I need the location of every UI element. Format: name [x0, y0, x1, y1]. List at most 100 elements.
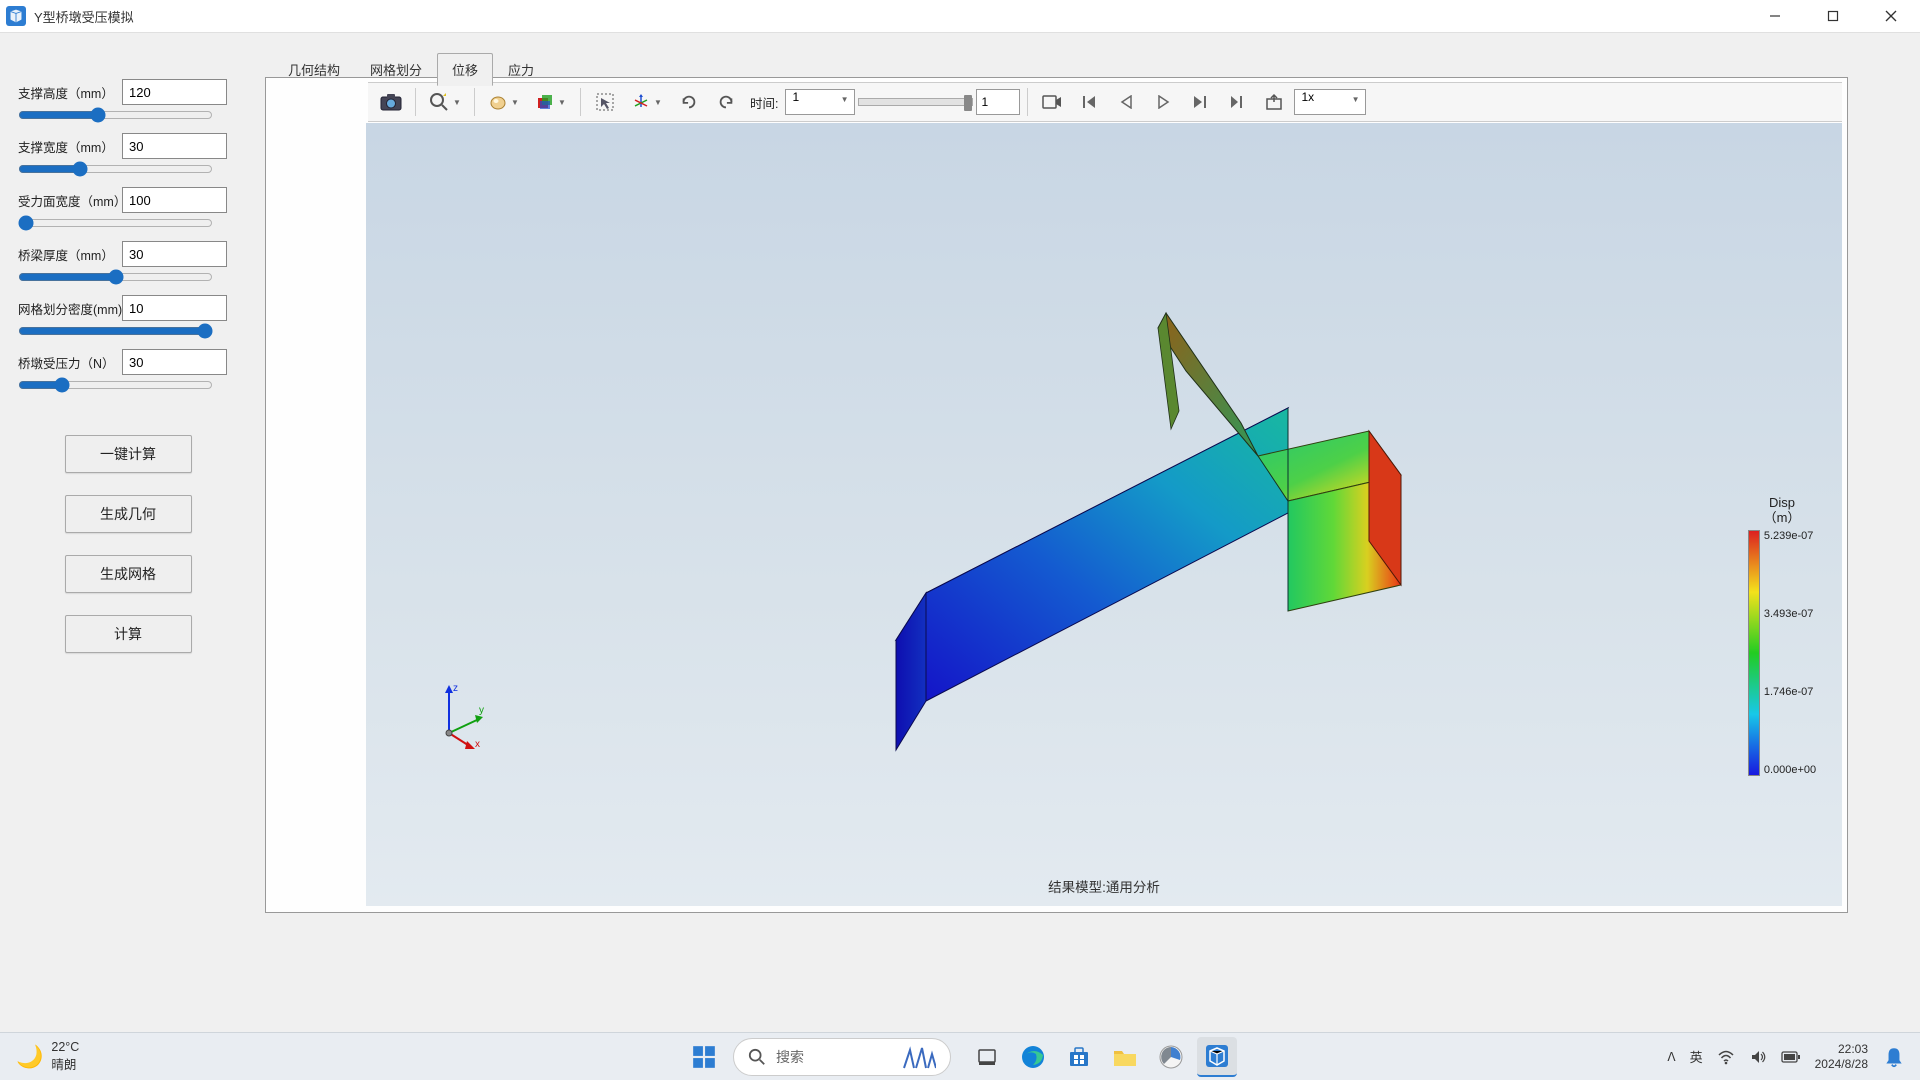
param-beam-thickness: 桥梁厚度（mm） — [18, 241, 238, 287]
taskbar-clock[interactable]: 22:03 2024/8/28 — [1815, 1042, 1868, 1071]
speed-select[interactable]: 1x▼ — [1294, 89, 1366, 115]
title-bar: Y型桥墩受压模拟 — [0, 0, 1920, 33]
prev-frame-button[interactable] — [1109, 85, 1143, 119]
param-support-height: 支撑高度（mm） — [18, 79, 238, 125]
go-to-view-button[interactable]: ▼ — [625, 85, 669, 119]
first-frame-button[interactable] — [1072, 85, 1106, 119]
taskbar-weather[interactable]: 🌙 22°C 晴朗 — [16, 1040, 79, 1073]
generate-geometry-button[interactable]: 生成几何 — [65, 495, 192, 533]
taskbar-search[interactable]: 搜索 — [733, 1038, 951, 1076]
search-placeholder: 搜索 — [776, 1047, 804, 1067]
export-animation-button[interactable] — [1257, 85, 1291, 119]
play-button[interactable] — [1146, 85, 1180, 119]
next-frame-button[interactable] — [1183, 85, 1217, 119]
param-slider-force-face-width[interactable] — [18, 215, 213, 231]
legend-colorbar — [1748, 530, 1760, 776]
time-slider[interactable] — [858, 98, 973, 106]
param-mesh-density: 网格划分密度(mm) — [18, 295, 238, 341]
viewport-caption: 结果模型:通用分析 — [366, 876, 1842, 896]
search-icon — [748, 1048, 766, 1066]
transparency-button[interactable]: ▼ — [529, 85, 573, 119]
notification-icon[interactable] — [1882, 1045, 1906, 1069]
clock-time: 22:03 — [1815, 1042, 1868, 1056]
wifi-icon[interactable] — [1717, 1048, 1735, 1066]
ime-indicator[interactable]: 英 — [1690, 1047, 1703, 1066]
maximize-button[interactable] — [1804, 0, 1862, 33]
weather-temp: 22°C — [51, 1040, 79, 1054]
param-label: 支撑高度（mm） — [18, 83, 118, 102]
param-label: 桥墩受压力（N） — [18, 353, 118, 372]
file-explorer-icon[interactable] — [1105, 1037, 1145, 1077]
param-input-support-width[interactable] — [122, 133, 227, 159]
tab-displacement[interactable]: 位移 — [437, 53, 493, 86]
record-button[interactable] — [1035, 85, 1069, 119]
clock-date: 2024/8/28 — [1815, 1057, 1868, 1071]
graphics-toolbar: ▼ ▼ ▼ ▼ 时间: 1▼ 1x▼ — [368, 82, 1842, 122]
volume-icon[interactable] — [1749, 1048, 1767, 1066]
close-button[interactable] — [1862, 0, 1920, 33]
legend-tick: 1.746e-07 — [1764, 686, 1816, 698]
windows-taskbar: 🌙 22°C 晴朗 搜索 ᐱ 英 22:03 202 — [0, 1032, 1920, 1080]
param-label: 受力面宽度（mm） — [18, 191, 118, 210]
rotate-cw-button[interactable] — [672, 85, 706, 119]
param-slider-mesh-density[interactable] — [18, 323, 213, 339]
moon-icon: 🌙 — [16, 1044, 43, 1070]
compute-button[interactable]: 计算 — [65, 615, 192, 653]
param-slider-support-height[interactable] — [18, 107, 213, 123]
parameter-panel: 支撑高度（mm） 支撑宽度（mm） 受力面宽度（mm） 桥梁厚度（mm） — [18, 79, 238, 653]
param-pier-pressure: 桥墩受压力（N） — [18, 349, 238, 395]
param-input-mesh-density[interactable] — [122, 295, 227, 321]
time-select[interactable]: 1▼ — [785, 89, 855, 115]
color-legend: Disp （m） 5.239e-07 3.493e-07 1.746e-07 0… — [1742, 495, 1822, 776]
param-slider-pier-pressure[interactable] — [18, 377, 213, 393]
param-input-force-face-width[interactable] — [122, 187, 227, 213]
legend-tick: 0.000e+00 — [1764, 764, 1816, 776]
weather-cond: 晴朗 — [51, 1054, 79, 1073]
rotate-ccw-button[interactable] — [709, 85, 743, 119]
viewport-frame: ▼ ▼ ▼ ▼ 时间: 1▼ 1x▼ — [265, 77, 1848, 913]
time-label: 时间: — [750, 93, 778, 112]
minimize-button[interactable] — [1746, 0, 1804, 33]
battery-icon[interactable] — [1781, 1050, 1801, 1064]
param-slider-beam-thickness[interactable] — [18, 269, 213, 285]
param-input-beam-thickness[interactable] — [122, 241, 227, 267]
param-support-width: 支撑宽度（mm） — [18, 133, 238, 179]
legend-tick: 5.239e-07 — [1764, 530, 1816, 542]
one-click-compute-button[interactable]: 一键计算 — [65, 435, 192, 473]
generate-mesh-button[interactable]: 生成网格 — [65, 555, 192, 593]
system-tray: ᐱ 英 22:03 2024/8/28 — [1667, 1042, 1920, 1071]
param-slider-support-width[interactable] — [18, 161, 213, 177]
edge-browser-icon[interactable] — [1013, 1037, 1053, 1077]
svg-text:z: z — [453, 683, 458, 694]
select-mode-button[interactable] — [588, 85, 622, 119]
scene-light-button[interactable]: ▼ — [482, 85, 526, 119]
axis-triad-icon: z y x — [431, 681, 491, 751]
svg-text:y: y — [479, 705, 484, 716]
microsoft-store-icon[interactable] — [1059, 1037, 1099, 1077]
current-app-icon[interactable] — [1197, 1037, 1237, 1077]
legend-title-1: Disp — [1764, 495, 1801, 511]
search-art-icon — [902, 1044, 936, 1070]
window-title: Y型桥墩受压模拟 — [34, 7, 134, 26]
app-content: 支撑高度（mm） 支撑宽度（mm） 受力面宽度（mm） 桥梁厚度（mm） — [0, 33, 1920, 1032]
task-view-button[interactable] — [967, 1037, 1007, 1077]
param-force-face-width: 受力面宽度（mm） — [18, 187, 238, 233]
param-input-support-height[interactable] — [122, 79, 227, 105]
param-label: 桥梁厚度（mm） — [18, 245, 118, 264]
displacement-model — [826, 253, 1466, 753]
param-label: 支撑宽度（mm） — [18, 137, 118, 156]
time-spinner[interactable] — [976, 89, 1020, 115]
last-frame-button[interactable] — [1220, 85, 1254, 119]
start-button[interactable] — [683, 1037, 725, 1077]
viewport-3d[interactable]: z y x Disp （m） 5.239e-07 3.493e-07 1.746… — [366, 123, 1842, 906]
app-icon — [6, 6, 26, 26]
app-icon-1[interactable] — [1151, 1037, 1191, 1077]
snapshot-button[interactable] — [374, 85, 408, 119]
legend-title-2: （m） — [1764, 510, 1801, 526]
legend-tick: 3.493e-07 — [1764, 608, 1816, 620]
zoom-extents-button[interactable]: ▼ — [423, 85, 467, 119]
param-input-pier-pressure[interactable] — [122, 349, 227, 375]
param-label: 网格划分密度(mm) — [18, 299, 118, 318]
tray-chevron-icon[interactable]: ᐱ — [1667, 1050, 1675, 1064]
svg-text:x: x — [475, 739, 480, 750]
